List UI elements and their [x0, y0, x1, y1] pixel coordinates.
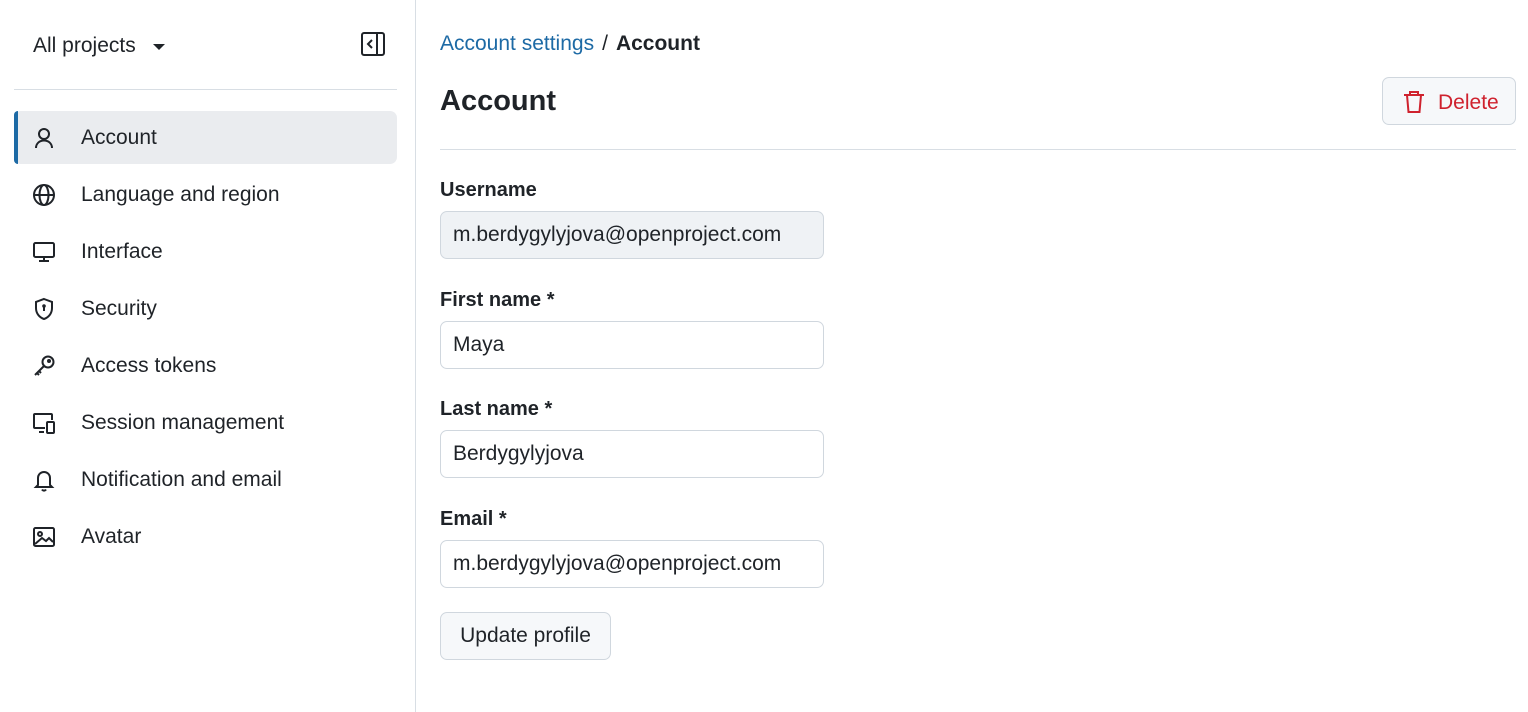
collapse-sidebar-button[interactable]: [358, 29, 388, 59]
sidebar: All projects Account Language and region…: [0, 0, 416, 712]
sidebar-divider: [14, 89, 397, 90]
sidebar-item-label: Security: [81, 296, 157, 320]
update-profile-button[interactable]: Update profile: [440, 612, 611, 660]
delete-button-label: Delete: [1438, 91, 1499, 114]
sidebar-item-security[interactable]: Security: [14, 282, 397, 335]
breadcrumb-current: Account: [615, 32, 700, 55]
settings-nav: Account Language and region Interface Se…: [14, 111, 397, 567]
globe-icon: [31, 182, 57, 208]
email-field[interactable]: [440, 540, 824, 588]
breadcrumb: Account settings / Account: [440, 32, 700, 56]
sidebar-item-label: Account: [81, 125, 157, 149]
sidebar-item-interface[interactable]: Interface: [14, 225, 397, 278]
first-name-field[interactable]: [440, 321, 824, 369]
delete-button[interactable]: Delete: [1382, 77, 1516, 125]
breadcrumb-separator: /: [602, 32, 608, 55]
key-icon: [31, 353, 57, 379]
last-name-field[interactable]: [440, 430, 824, 478]
sidebar-item-label: Session management: [81, 410, 285, 434]
email-label: Email *: [440, 508, 507, 530]
sidebar-item-label: Notification and email: [81, 467, 282, 491]
sidebar-item-session-management[interactable]: Session management: [14, 396, 397, 449]
devices-icon: [31, 410, 57, 436]
shield-icon: [31, 296, 57, 322]
sidebar-item-label: Avatar: [81, 524, 142, 548]
page-title: Account: [440, 85, 556, 117]
username-field[interactable]: [440, 211, 824, 259]
project-switcher-label: All projects: [33, 34, 136, 57]
caret-down-icon: [152, 44, 165, 50]
username-label: Username: [440, 179, 537, 201]
main-content: Account settings / Account Account Delet…: [416, 0, 1528, 712]
sidebar-item-label: Interface: [81, 239, 163, 263]
sidebar-item-avatar[interactable]: Avatar: [14, 510, 397, 563]
sidebar-item-label: Language and region: [81, 182, 280, 206]
last-name-label: Last name *: [440, 398, 553, 420]
bell-icon: [31, 467, 57, 493]
sidebar-item-label: Access tokens: [81, 353, 217, 377]
sidebar-item-access-tokens[interactable]: Access tokens: [14, 339, 397, 392]
project-switcher[interactable]: All projects: [33, 30, 165, 62]
monitor-icon: [31, 239, 57, 265]
sidebar-item-language[interactable]: Language and region: [14, 168, 397, 221]
image-icon: [31, 524, 57, 550]
breadcrumb-link-account-settings[interactable]: Account settings: [440, 32, 594, 56]
trash-icon: [1404, 91, 1424, 113]
sidebar-item-notification[interactable]: Notification and email: [14, 453, 397, 506]
header-divider: [440, 149, 1516, 150]
person-icon: [31, 125, 57, 151]
first-name-label: First name *: [440, 289, 555, 311]
sidebar-item-account[interactable]: Account: [14, 111, 397, 164]
sidebar-collapse-icon: [361, 32, 385, 56]
app-window: All projects Account Language and region…: [0, 0, 1528, 712]
